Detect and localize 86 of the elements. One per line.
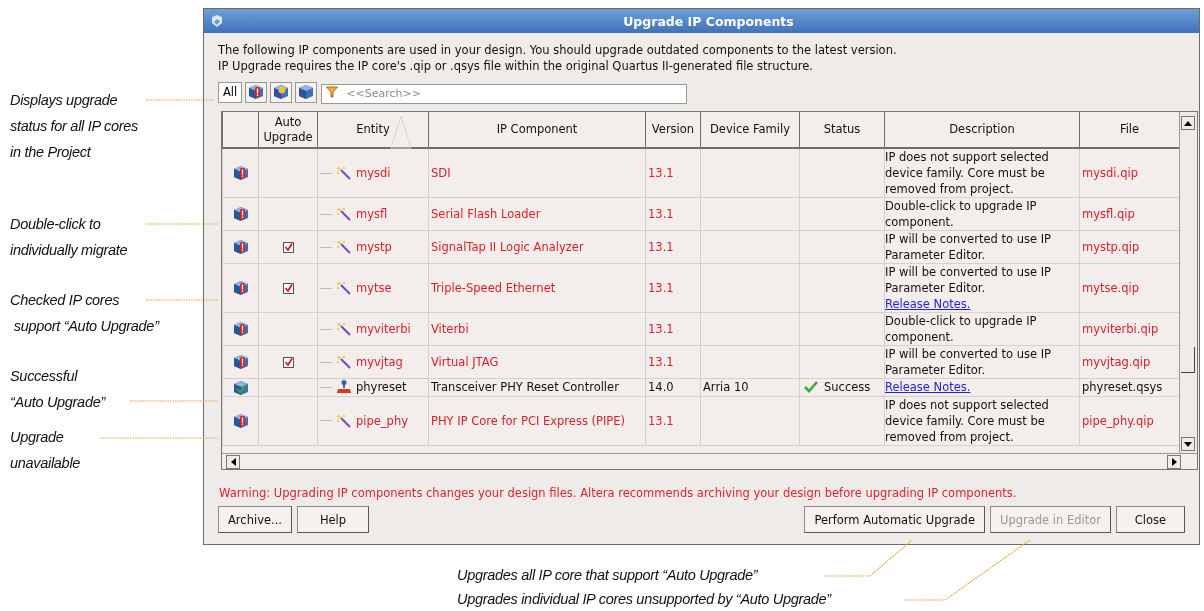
leader-line: [145, 99, 215, 101]
dialog-button[interactable]: Help: [297, 506, 369, 533]
table-cell: 13.1: [648, 166, 674, 180]
wand-icon: [336, 321, 352, 337]
intro-text: IP Upgrade requires the IP core's .qip or .qsys file within the original Quartus II-generated file structure.: [218, 58, 814, 74]
file-name: myvjtag.qip: [1082, 355, 1151, 369]
table-cell: 13.1: [648, 355, 674, 369]
entity-name: myvjtag: [356, 354, 403, 370]
filter-button[interactable]: [245, 81, 268, 103]
file-name: mysdi.qip: [1082, 166, 1138, 180]
table-cell: Arria 10: [703, 380, 749, 395]
checkbox[interactable]: [282, 357, 294, 368]
callout-text: Upgrades all IP core that support “Auto Upgrade”: [457, 566, 758, 584]
table-cell: Virtual JTAG: [431, 355, 499, 369]
filter-all-button[interactable]: All: [218, 81, 243, 103]
callout-text: Checked IP cores support “Auto Upgrade”: [10, 291, 159, 336]
description-text: IP will be converted to use IP Parameter Editor.: [885, 346, 1052, 378]
entity-name: mysdi: [356, 165, 391, 181]
table-cell: 13.1: [648, 281, 674, 295]
filter-button[interactable]: [295, 81, 318, 103]
scroll-down-icon[interactable]: [1181, 437, 1195, 451]
callout-text: Displays upgrade status for all IP cores in the Project: [10, 91, 138, 162]
entity-name: phyreset: [356, 379, 407, 396]
file-name: phyreset.qsys: [1082, 380, 1163, 395]
wand-icon: [336, 206, 352, 222]
system-icon: [336, 379, 352, 396]
file-name: pipe_phy.qip: [1082, 413, 1154, 428]
scroll-up-icon[interactable]: [1181, 116, 1195, 130]
dialog-button[interactable]: Close: [1116, 506, 1185, 533]
table-cell: 13.1: [648, 240, 674, 254]
dialog-button[interactable]: Archive...: [218, 506, 292, 533]
window-title: Upgrade IP Components: [622, 13, 795, 29]
wand-icon: [336, 239, 352, 255]
wand-icon: [336, 280, 352, 296]
filter-icon: [326, 86, 339, 98]
table-cell: 13.1: [648, 207, 674, 221]
table-cell: Serial Flash Loader: [431, 207, 541, 221]
entity-name: pipe_phy: [356, 412, 408, 429]
cube-icon: [298, 84, 315, 100]
table-cell: 13.1: [648, 413, 674, 428]
scroll-right-icon[interactable]: [1167, 454, 1181, 469]
table-cell: PHY IP Core for PCI Express (PIPE): [431, 413, 626, 428]
file-name: myviterbi.qip: [1082, 322, 1159, 336]
status-text: Success: [824, 379, 871, 396]
release-notes-link[interactable]: Release Notes.: [885, 296, 971, 312]
intro-text: The following IP components are used in your design. You should upgrade outdated components to the latest version.: [218, 42, 898, 58]
entity-name: mysfl: [356, 206, 388, 222]
description-text: Double-click to upgrade IP component.: [885, 313, 1038, 345]
filter-button[interactable]: [270, 81, 293, 103]
table-cell: Viterbi: [431, 322, 469, 336]
callout-text: Double-click to individually migrate: [10, 215, 128, 260]
callout-text: Upgrades individual IP cores unsupported by “Auto Upgrade”: [457, 590, 831, 608]
cube-icon: [273, 84, 290, 100]
search-field[interactable]: <<Search>>: [321, 83, 688, 104]
entity-name: mystp: [356, 239, 392, 255]
description-text: IP will be converted to use IP Parameter Editor.: [885, 231, 1052, 263]
checkbox[interactable]: [282, 242, 294, 253]
wand-icon: [336, 354, 352, 370]
checkbox[interactable]: [282, 283, 294, 294]
entity-name: mytse: [356, 280, 392, 296]
table-cell: 14.0: [648, 380, 674, 395]
dialog-button[interactable]: Perform Automatic Upgrade: [804, 506, 985, 533]
callout-text: Upgrade unavailable: [10, 428, 81, 473]
file-name: mytse.qip: [1082, 281, 1140, 295]
warning-cube-icon: [248, 84, 265, 100]
app-icon: [210, 14, 224, 28]
table-cell: SignalTap II Logic Analyzer: [431, 240, 584, 254]
table-cell: Triple-Speed Ethernet: [431, 281, 556, 295]
wand-icon: [336, 165, 352, 181]
table-cell: SDI: [431, 166, 451, 180]
wand-icon: [336, 412, 352, 429]
description-text: Double-click to upgrade IP component.: [885, 198, 1038, 230]
file-name: mysfl.qip: [1082, 207, 1135, 221]
sort-indicator-icon: [390, 115, 412, 149]
warning-text: Warning: Upgrading IP components changes your design files. Altera recommends archiving your design before upgrading IP components.: [219, 486, 1018, 500]
table-cell: 13.1: [648, 322, 674, 336]
file-name: mystp.qip: [1082, 240, 1140, 254]
table-cell: Transceiver PHY Reset Controller: [431, 380, 619, 395]
scroll-left-icon[interactable]: [226, 454, 240, 469]
description-text: IP does not support selected device family. Core must be removed from project.: [885, 149, 1050, 197]
callout-text: Successful “Auto Upgrade”: [10, 367, 105, 412]
description-text: IP does not support selected device family. Core must be removed from project.: [885, 396, 1050, 445]
description-text: IP will be converted to use IP Parameter Editor.: [885, 264, 1052, 296]
entity-name: myviterbi: [356, 321, 411, 337]
check-icon: [804, 381, 818, 394]
scrollbar-thumb[interactable]: [1181, 347, 1195, 373]
